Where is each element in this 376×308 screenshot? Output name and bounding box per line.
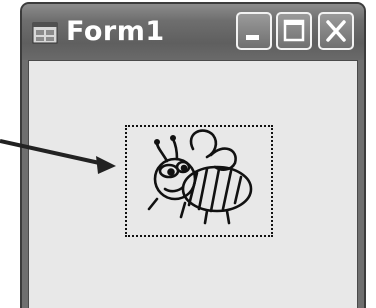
arrow-pointer bbox=[0, 139, 116, 174]
